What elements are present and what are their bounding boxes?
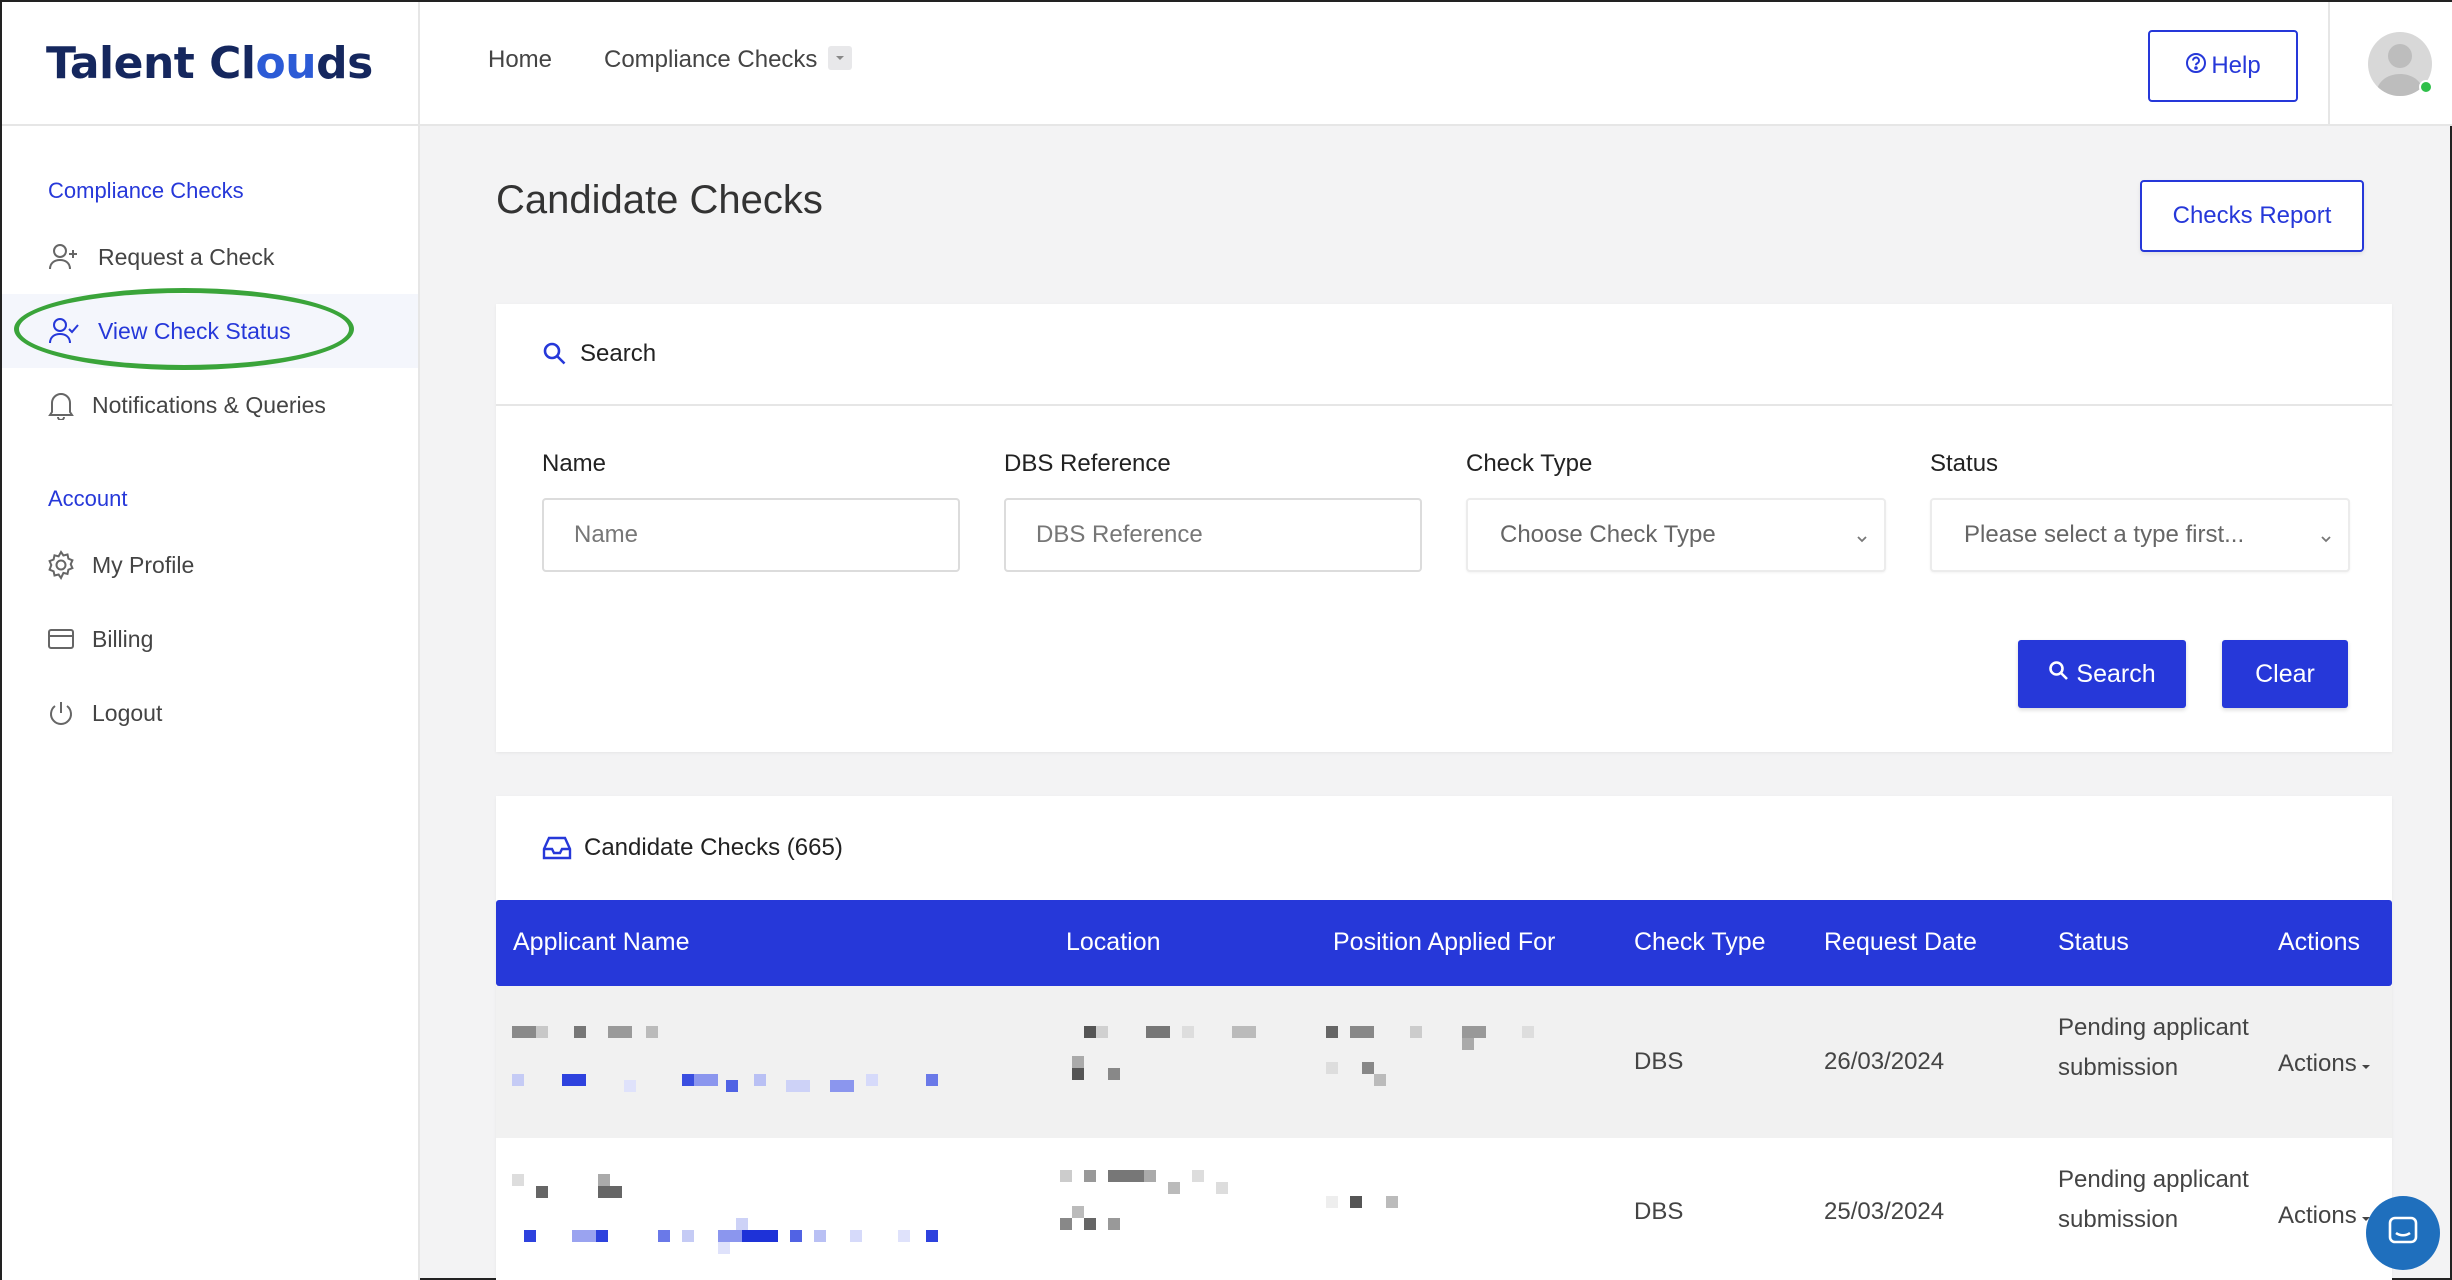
sidebar: Talent Cl ou ds Compliance Checks Request … [2,2,420,1280]
actions-dropdown[interactable]: Actions [2278,1202,2371,1230]
sidebar-item-logout[interactable]: Logout [2,676,418,750]
sidebar-item-label: Notifications & Queries [92,391,326,418]
gear-icon [46,547,76,583]
status-cell: Pending applicant submission [2058,1166,2249,1233]
status-cell: Pending applicant submission [2058,1014,2249,1081]
column-header-applicant-name[interactable]: Applicant Name [513,928,689,957]
search-panel: Search Name Name DBS Reference DBS Refer… [496,304,2392,752]
chevron-down-icon [2318,526,2334,554]
table-title: Candidate Checks (665) [584,834,843,861]
top-navigation-bar: Home Compliance Checks Help [420,2,2452,126]
nav-home-link[interactable]: Home [488,46,552,74]
table-panel-header: Candidate Checks (665) [496,796,2392,900]
sidebar-item-label: My Profile [92,551,195,578]
brand-text-1: Talent Cl [46,37,256,89]
question-circle-icon [2185,52,2207,81]
help-button[interactable]: Help [2148,30,2298,102]
clear-button[interactable]: Clear [2222,640,2348,708]
status-select[interactable]: Please select a type first... [1930,498,2350,572]
actions-dropdown[interactable]: Actions [2278,1050,2371,1078]
search-icon [542,341,568,367]
dbs-reference-label: DBS Reference [1004,450,1171,477]
check-type-cell: DBS [1634,1048,1684,1075]
check-type-value: Choose Check Type [1500,521,1716,548]
actions-label: Actions [2278,1202,2357,1229]
search-icon [2048,660,2070,689]
sidebar-item-my-profile[interactable]: My Profile [2,528,418,602]
search-button[interactable]: Search [2018,640,2186,708]
request-date-cell: 26/03/2024 [1824,1048,1945,1075]
sidebar-item-request-check[interactable]: Request a Check [2,220,418,294]
brand-text-3: ds [316,37,373,89]
name-input[interactable]: Name [542,498,960,572]
search-panel-header: Search [496,304,2392,406]
sidebar-item-notifications[interactable]: Notifications & Queries [2,368,418,442]
chevron-down-icon [1854,526,1870,554]
request-date-cell: 25/03/2024 [1824,1198,1945,1225]
inbox-icon [542,835,572,861]
status-value: Please select a type first... [1964,521,2245,548]
power-icon [46,695,76,731]
checks-report-button[interactable]: Checks Report [2140,180,2364,252]
chat-icon [2385,1213,2421,1254]
sidebar-section-compliance: Compliance Checks [48,178,244,203]
caret-down-icon [2361,1050,2371,1078]
brand-logo[interactable]: Talent Cl ou ds [2,2,418,126]
table-row[interactable]: DBS 25/03/2024 Pending applicant submiss… [496,1138,2392,1280]
check-type-cell: DBS [1634,1198,1684,1225]
user-plus-icon [46,239,82,275]
status-label: Status [1930,450,1999,477]
table-header-row: Applicant Name Location Position Applied… [496,900,2392,986]
user-check-icon [46,313,82,349]
credit-card-icon [46,621,76,657]
check-type-label: Check Type [1466,450,1593,477]
bell-icon [46,387,76,423]
sidebar-section-account: Account [48,486,128,511]
search-button-label: Search [2076,659,2156,688]
name-label: Name [542,450,607,477]
column-header-location[interactable]: Location [1066,928,1161,957]
search-panel-title: Search [580,340,657,367]
sidebar-item-label: Logout [92,699,163,726]
check-type-select[interactable]: Choose Check Type [1466,498,1886,572]
page-title: Candidate Checks [496,178,823,222]
chat-launcher-button[interactable] [2366,1196,2440,1270]
sidebar-item-label: View Check Status [98,317,291,344]
column-header-position[interactable]: Position Applied For [1333,928,1555,957]
column-header-request-date[interactable]: Request Date [1824,928,1977,957]
sidebar-item-label: Request a Check [98,243,275,270]
dbs-reference-input[interactable]: DBS Reference [1004,498,1422,572]
actions-label: Actions [2278,1050,2357,1077]
sidebar-item-billing[interactable]: Billing [2,602,418,676]
table-row[interactable]: DBS 26/03/2024 Pending applicant submiss… [496,986,2392,1138]
sidebar-item-view-check-status[interactable]: View Check Status [2,294,418,368]
help-label: Help [2211,52,2261,79]
column-header-actions: Actions [2278,928,2360,956]
column-header-status[interactable]: Status [2058,928,2129,957]
column-header-check-type[interactable]: Check Type [1634,928,1766,957]
brand-text-2: ou [255,37,317,89]
divider [2328,2,2330,126]
sidebar-item-label: Billing [92,625,154,652]
candidate-checks-table-panel: Candidate Checks (665) Applicant Name Lo… [496,796,2392,1280]
chevron-down-icon[interactable] [828,46,852,70]
online-status-dot [2419,80,2433,94]
nav-compliance-checks-link[interactable]: Compliance Checks [604,46,817,74]
